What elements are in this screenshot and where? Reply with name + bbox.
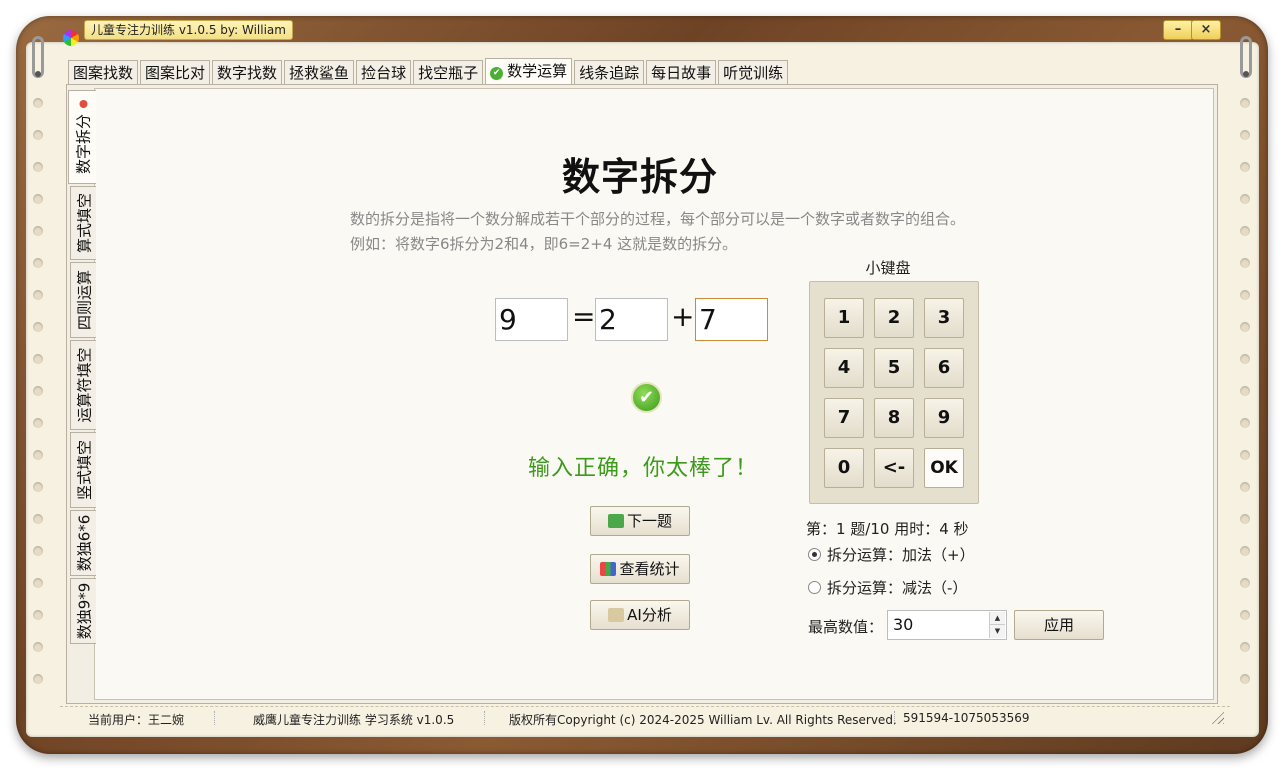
key-6[interactable]: 6: [924, 348, 964, 388]
key-3[interactable]: 3: [924, 298, 964, 338]
max-value-input[interactable]: 30: [893, 615, 913, 634]
mode-add-label: 拆分运算：加法（+）: [827, 546, 975, 564]
window-title: 儿童专注力训练 v1.0.5 by: William: [84, 20, 293, 40]
stepper-up-icon[interactable]: ▲: [990, 612, 1005, 625]
arrow-right-icon: [607, 514, 624, 528]
result-message: 输入正确，你太棒了！: [528, 456, 759, 481]
side-tab-label: 数字拆分: [72, 99, 93, 174]
tab-pattern-find-number[interactable]: 图案找数: [68, 60, 139, 84]
side-tab-operator-fill[interactable]: 运算符填空: [70, 340, 96, 430]
side-tab-equation-fill[interactable]: 算式填空: [70, 186, 96, 260]
stepper-buttons: ▲ ▼: [989, 612, 1005, 638]
bar-chart-icon: [600, 562, 617, 576]
key-ok[interactable]: OK: [924, 448, 964, 488]
view-stats-button[interactable]: 查看统计: [590, 554, 690, 584]
tab-label: 线条追踪: [579, 64, 640, 82]
minimize-button[interactable]: –: [1163, 20, 1193, 40]
apply-button[interactable]: 应用: [1014, 610, 1104, 640]
status-app-name: 威鹰儿童专注力训练 学习系统 v1.0.5: [253, 713, 455, 727]
binder-ring-right-icon: [1240, 36, 1252, 78]
binder-ring-left-icon: [32, 36, 44, 78]
tab-line-tracking[interactable]: 线条追踪: [574, 60, 645, 84]
status-contact: 591594-1075053569: [903, 711, 1030, 725]
radio-unselected-icon[interactable]: [808, 581, 821, 594]
operator-sign: +: [671, 300, 695, 333]
status-divider: [484, 711, 485, 725]
stepper-down-icon[interactable]: ▼: [990, 625, 1005, 638]
tab-math[interactable]: ✔ 数学运算: [485, 58, 573, 84]
active-dot-icon: [79, 99, 87, 108]
key-2[interactable]: 2: [874, 298, 914, 338]
side-tab-label: 竖式填空: [75, 439, 93, 501]
exercise-description-line2: 例如：将数字6拆分为2和4，即6=2+4 这就是数的拆分。: [350, 235, 738, 253]
radio-selected-icon[interactable]: [808, 548, 821, 561]
key-1[interactable]: 1: [824, 298, 864, 338]
side-tab-sudoku-6[interactable]: 数独6*6: [70, 510, 96, 576]
tab-label: 图案找数: [73, 64, 134, 82]
correct-check-icon: ✔: [631, 382, 662, 413]
tab-label: 听觉训练: [723, 64, 784, 82]
tab-label: 图案比对: [145, 64, 206, 82]
tab-label: 找空瓶子: [418, 64, 479, 82]
exercise-description-line1: 数的拆分是指将一个数分解成若干个部分的过程，每个部分可以是一个数字或者数字的组合…: [350, 210, 966, 228]
ai-analysis-button[interactable]: AI分析: [590, 600, 690, 630]
mode-sub-label: 拆分运算：减法（-）: [827, 579, 968, 597]
equals-sign: =: [572, 300, 596, 333]
magnifier-icon: [608, 608, 625, 622]
second-part-field[interactable]: 7: [695, 298, 768, 341]
mode-add-option[interactable]: 拆分运算：加法（+）: [808, 544, 975, 565]
key-4[interactable]: 4: [824, 348, 864, 388]
tab-label: 拯救鲨鱼: [289, 64, 350, 82]
tab-pattern-compare[interactable]: 图案比对: [140, 60, 211, 84]
key-5[interactable]: 5: [874, 348, 914, 388]
keypad: 1 2 3 4 5 6 7 8 9 0 <- OK: [809, 281, 979, 504]
key-9[interactable]: 9: [924, 398, 964, 438]
status-divider: [894, 711, 895, 725]
button-label: 下一题: [626, 512, 672, 530]
tab-digit-find-number[interactable]: 数字找数: [212, 60, 283, 84]
button-label: 查看统计: [619, 560, 680, 578]
side-tab-label: 数独9*9: [75, 582, 93, 640]
tab-listening-training[interactable]: 听觉训练: [718, 60, 789, 84]
top-tab-bar: 图案找数 图案比对 数字找数 拯救鲨鱼 捡台球 找空瓶子 ✔ 数学运算 线条追踪 …: [68, 58, 790, 84]
tab-daily-story[interactable]: 每日故事: [646, 60, 717, 84]
key-8[interactable]: 8: [874, 398, 914, 438]
keypad-title: 小键盘: [865, 259, 911, 277]
key-backspace[interactable]: <-: [874, 448, 914, 488]
mode-subtract-option[interactable]: 拆分运算：减法（-）: [808, 577, 967, 598]
side-tab-sudoku-9[interactable]: 数独9*9: [70, 578, 96, 644]
tab-label: 捡台球: [361, 64, 407, 82]
check-circle-icon: ✔: [490, 67, 504, 80]
progress-text: 第：1 题/10 用时：4 秒: [806, 520, 969, 538]
exercise-title: 数字拆分: [561, 155, 718, 199]
status-current-user: 当前用户：王二婉: [88, 713, 185, 727]
side-tab-label: 四则运算: [75, 269, 93, 331]
tab-label: 数学运算: [507, 62, 568, 80]
tab-save-shark[interactable]: 拯救鲨鱼: [284, 60, 355, 84]
side-tab-vertical-fill[interactable]: 竖式填空: [70, 432, 96, 508]
tab-find-empty-bottle[interactable]: 找空瓶子: [413, 60, 484, 84]
status-divider: [214, 711, 215, 725]
app-logo-icon: [63, 30, 79, 46]
first-part-field[interactable]: 2: [595, 298, 668, 341]
max-value-stepper[interactable]: 30 ▲ ▼: [887, 610, 1007, 640]
side-tab-four-operations[interactable]: 四则运算: [70, 262, 96, 338]
tab-label: 数字找数: [217, 64, 278, 82]
tab-label: 每日故事: [651, 64, 712, 82]
status-bar: 当前用户：王二婉 威鹰儿童专注力训练 学习系统 v1.0.5 版权所有Copyr…: [60, 706, 1230, 728]
side-tab-label: 运算符填空: [75, 347, 93, 423]
close-button[interactable]: ×: [1191, 20, 1221, 40]
max-value-label: 最高数值：: [808, 618, 884, 636]
total-number-field[interactable]: 9: [495, 298, 568, 341]
key-7[interactable]: 7: [824, 398, 864, 438]
side-tab-label: 算式填空: [75, 192, 93, 254]
next-question-button[interactable]: 下一题: [590, 506, 690, 536]
status-copyright: 版权所有Copyright (c) 2024-2025 William Lv. …: [509, 713, 897, 727]
side-tab-label: 数独6*6: [75, 514, 93, 572]
tab-pick-billiards[interactable]: 捡台球: [356, 60, 412, 84]
side-tab-number-split[interactable]: 数字拆分: [68, 90, 96, 184]
key-0[interactable]: 0: [824, 448, 864, 488]
button-label: AI分析: [627, 606, 672, 624]
